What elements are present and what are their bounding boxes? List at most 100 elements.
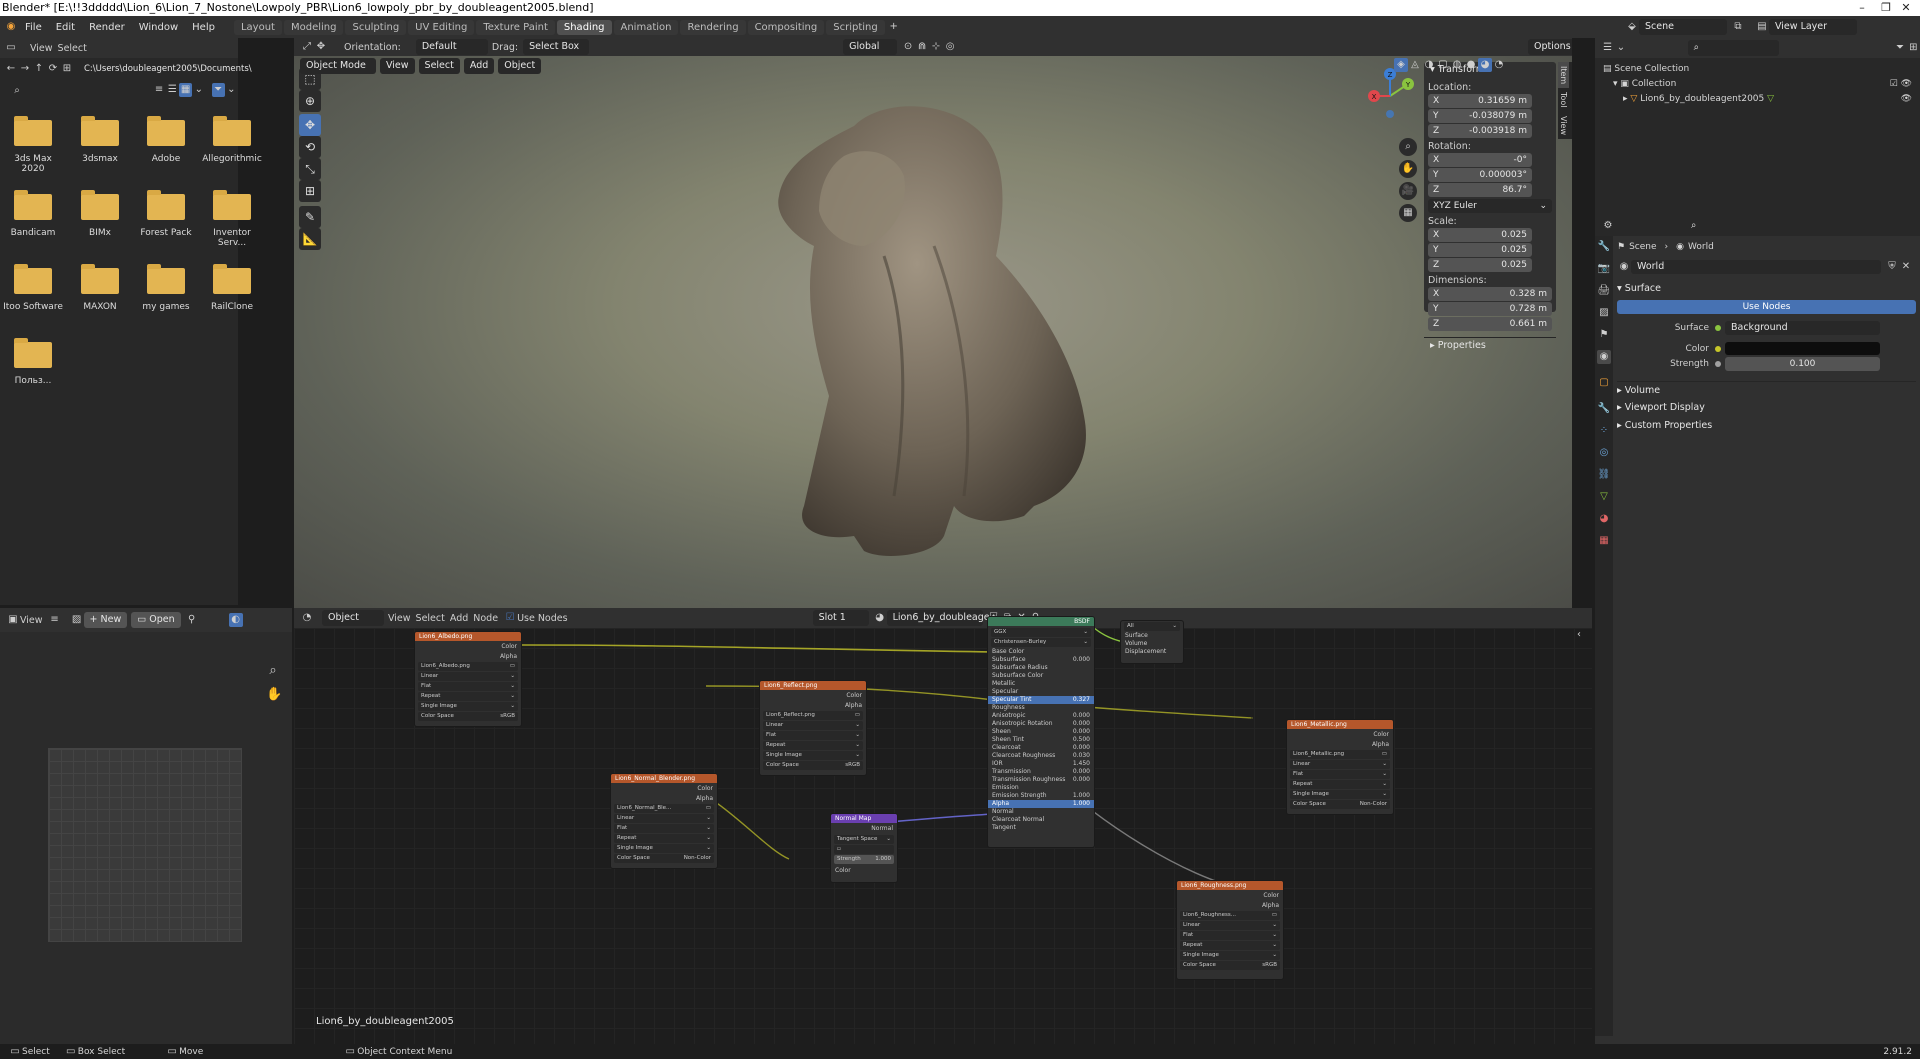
source-dropdown[interactable]: Single Image ⌄ (1290, 790, 1390, 799)
use-nodes-checkbox-icon[interactable]: ☑ (503, 611, 517, 625)
ne-menu-node[interactable]: Node (473, 613, 498, 624)
tab-animation[interactable]: Animation (613, 19, 679, 35)
orientation-dropdown[interactable]: Default (415, 39, 488, 55)
pan-view-icon[interactable]: ✋ (1399, 160, 1417, 178)
folder-item[interactable]: my games (136, 264, 196, 312)
constraints-tab-icon[interactable]: ⛓ (1597, 468, 1611, 482)
projection-dropdown[interactable]: Flat ⌄ (418, 682, 518, 691)
interpolation-dropdown[interactable]: Linear ⌄ (418, 672, 518, 681)
location-y-field[interactable]: Y -0.038079 m (1428, 109, 1532, 123)
strength-field[interactable]: Strength 1.000 (834, 855, 894, 864)
projection-dropdown[interactable]: Flat ⌄ (1180, 931, 1280, 940)
view-layer-tab-icon[interactable]: ▨ (1597, 306, 1611, 320)
viewport-canvas[interactable]: ⬚ ⊕ ✥ ⟲ ⤡ ⊞ ✎ 📐 Y Z X ⌕ ✋ 🎥 ▦ ▾ Transfor… (294, 56, 1572, 608)
source-dropdown[interactable]: Single Image ⌄ (614, 844, 714, 853)
bsdf-input-row[interactable]: Anisotropic 0.000 (988, 712, 1094, 720)
bsdf-input-row[interactable]: Subsurface Radius (988, 664, 1094, 672)
pan-hand-icon[interactable]: ✋ (266, 688, 282, 702)
extension-dropdown[interactable]: Repeat ⌄ (614, 834, 714, 843)
material-shading-icon[interactable]: ◕ (1478, 58, 1492, 72)
material-output-node[interactable]: All ⌄ Surface Volume Displacement (1120, 620, 1184, 664)
interpolation-dropdown[interactable]: Linear ⌄ (1290, 760, 1390, 769)
bsdf-input-row[interactable]: Subsurface 0.000 (988, 656, 1094, 664)
hamburger-menu-icon[interactable]: ≡ (48, 613, 62, 627)
dimensions-x-field[interactable]: X 0.328 m (1428, 287, 1552, 301)
location-z-field[interactable]: Z -0.003918 m (1428, 124, 1532, 138)
ne-menu-add[interactable]: Add (450, 613, 468, 624)
back-icon[interactable]: ← (4, 62, 18, 76)
rotation-x-field[interactable]: X -0° (1428, 153, 1532, 167)
path-field[interactable]: C:\Users\doubleagent2005\Documents\ (78, 61, 252, 77)
image-file-field[interactable]: Lion6_Roughness... ▭ (1180, 911, 1280, 920)
bsdf-input-row[interactable]: Sheen Tint 0.500 (988, 736, 1094, 744)
bsdf-input-row[interactable]: Emission (988, 784, 1094, 792)
render-tab-icon[interactable]: 📷 (1597, 262, 1611, 276)
distribution-dropdown[interactable]: GGX ⌄ (991, 628, 1091, 637)
viewport-display-section-header[interactable]: ▸ Viewport Display (1617, 399, 1916, 417)
bsdf-input-row[interactable]: Metallic (988, 680, 1094, 688)
add-workspace-icon[interactable]: + (887, 20, 901, 34)
tab-shading[interactable]: Shading (556, 19, 612, 35)
image-browse-icon[interactable]: ▨ (70, 613, 84, 627)
bsdf-input-row[interactable]: Roughness (988, 704, 1094, 712)
rotate-tool[interactable]: ⟲ (299, 136, 321, 158)
fb-menu-select[interactable]: Select (58, 43, 87, 54)
albedo-texture-node[interactable]: Lion6_Albedo.png Color Alpha Lion6_Albed… (414, 631, 522, 727)
strength-field[interactable]: 0.100 (1725, 356, 1880, 371)
ortho-toggle-icon[interactable]: ▦ (1399, 204, 1417, 222)
folder-item[interactable]: Forest Pack (136, 190, 196, 238)
menu-render[interactable]: Render (82, 22, 132, 33)
bsdf-input-row[interactable]: Clearcoat 0.000 (988, 744, 1094, 752)
rotation-mode-dropdown[interactable]: XYZ Euler ⌄ (1428, 199, 1552, 213)
visibility-icon[interactable]: ◈ (1394, 58, 1408, 72)
active-tool-icon[interactable]: ⤢ (300, 40, 314, 54)
pin-icon[interactable]: ⚲ (185, 613, 199, 627)
gizmo-toggle-icon[interactable]: ◬ (1408, 58, 1422, 72)
color-space-dropdown[interactable]: Color Space sRGB (763, 761, 863, 770)
close-window-button[interactable]: ✕ (1886, 0, 1920, 16)
interpolation-dropdown[interactable]: Linear ⌄ (763, 721, 863, 730)
bsdf-input-row[interactable]: Emission Strength 1.000 (988, 792, 1094, 800)
thumbnails-icon[interactable]: ▦ (179, 83, 193, 97)
image-editor-type-icon[interactable]: ▣ (6, 613, 20, 627)
vp-menu-object[interactable]: Object (498, 58, 542, 74)
projection-dropdown[interactable]: Flat ⌄ (1290, 770, 1390, 779)
menu-file[interactable]: File (18, 22, 49, 33)
navigation-gizmo[interactable]: Y Z X (1360, 66, 1420, 126)
menu-edit[interactable]: Edit (49, 22, 82, 33)
image-canvas[interactable]: ⌕ ✋ (0, 632, 292, 1044)
source-dropdown[interactable]: Single Image ⌄ (418, 702, 518, 711)
scene-browse-icon[interactable]: ⧉ (1731, 20, 1745, 34)
vp-menu-add[interactable]: Add (463, 58, 495, 74)
ne-menu-select[interactable]: Select (416, 613, 445, 624)
metallic-texture-node[interactable]: Lion6_Metallic.png Color Alpha Lion6_Met… (1286, 719, 1394, 815)
world-browse-icon[interactable]: ◉ (1617, 260, 1631, 274)
outliner-search-input[interactable]: ⌕ (1687, 40, 1780, 56)
bsdf-input-row[interactable]: Normal (988, 808, 1094, 816)
bsdf-input-row[interactable]: Clearcoat Normal (988, 816, 1094, 824)
scale-y-field[interactable]: Y 0.025 (1428, 243, 1532, 257)
tab-compositing[interactable]: Compositing (747, 19, 825, 35)
rendered-shading-icon[interactable]: ◔ (1492, 58, 1506, 72)
snap-icon[interactable]: ⋒ (915, 40, 929, 54)
folder-item[interactable]: Allegorithmic (202, 116, 262, 164)
sidebar-tab-view[interactable]: View (1558, 112, 1569, 139)
pivot-icon[interactable]: ⊙ (901, 40, 915, 54)
fb-menu-view[interactable]: View (30, 43, 53, 54)
cursor-tool[interactable]: ⊕ (299, 90, 321, 112)
sort-dropdown-icon[interactable]: ⌄ (192, 83, 205, 97)
new-collection-icon[interactable]: ⊞ (1907, 41, 1920, 55)
filter-icon[interactable]: ⏷ (211, 83, 225, 97)
rotation-y-field[interactable]: Y 0.000003° (1428, 168, 1532, 182)
interpolation-dropdown[interactable]: Linear ⌄ (1180, 921, 1280, 930)
drag-dropdown[interactable]: Select Box (523, 39, 590, 55)
image-file-field[interactable]: Lion6_Metallic.png ▭ (1290, 750, 1390, 759)
unlink-world-icon[interactable]: ✕ (1899, 260, 1913, 274)
vp-menu-view[interactable]: View (380, 58, 415, 74)
material-name-field[interactable]: Lion6_by_doubleage... (886, 610, 999, 626)
transform-tool[interactable]: ⊞ (299, 180, 321, 202)
bsdf-input-row[interactable]: Alpha 1.000 (988, 800, 1094, 808)
menu-help[interactable]: Help (185, 22, 222, 33)
folder-item[interactable]: Bandicam (3, 190, 63, 238)
tab-rendering[interactable]: Rendering (680, 19, 746, 35)
